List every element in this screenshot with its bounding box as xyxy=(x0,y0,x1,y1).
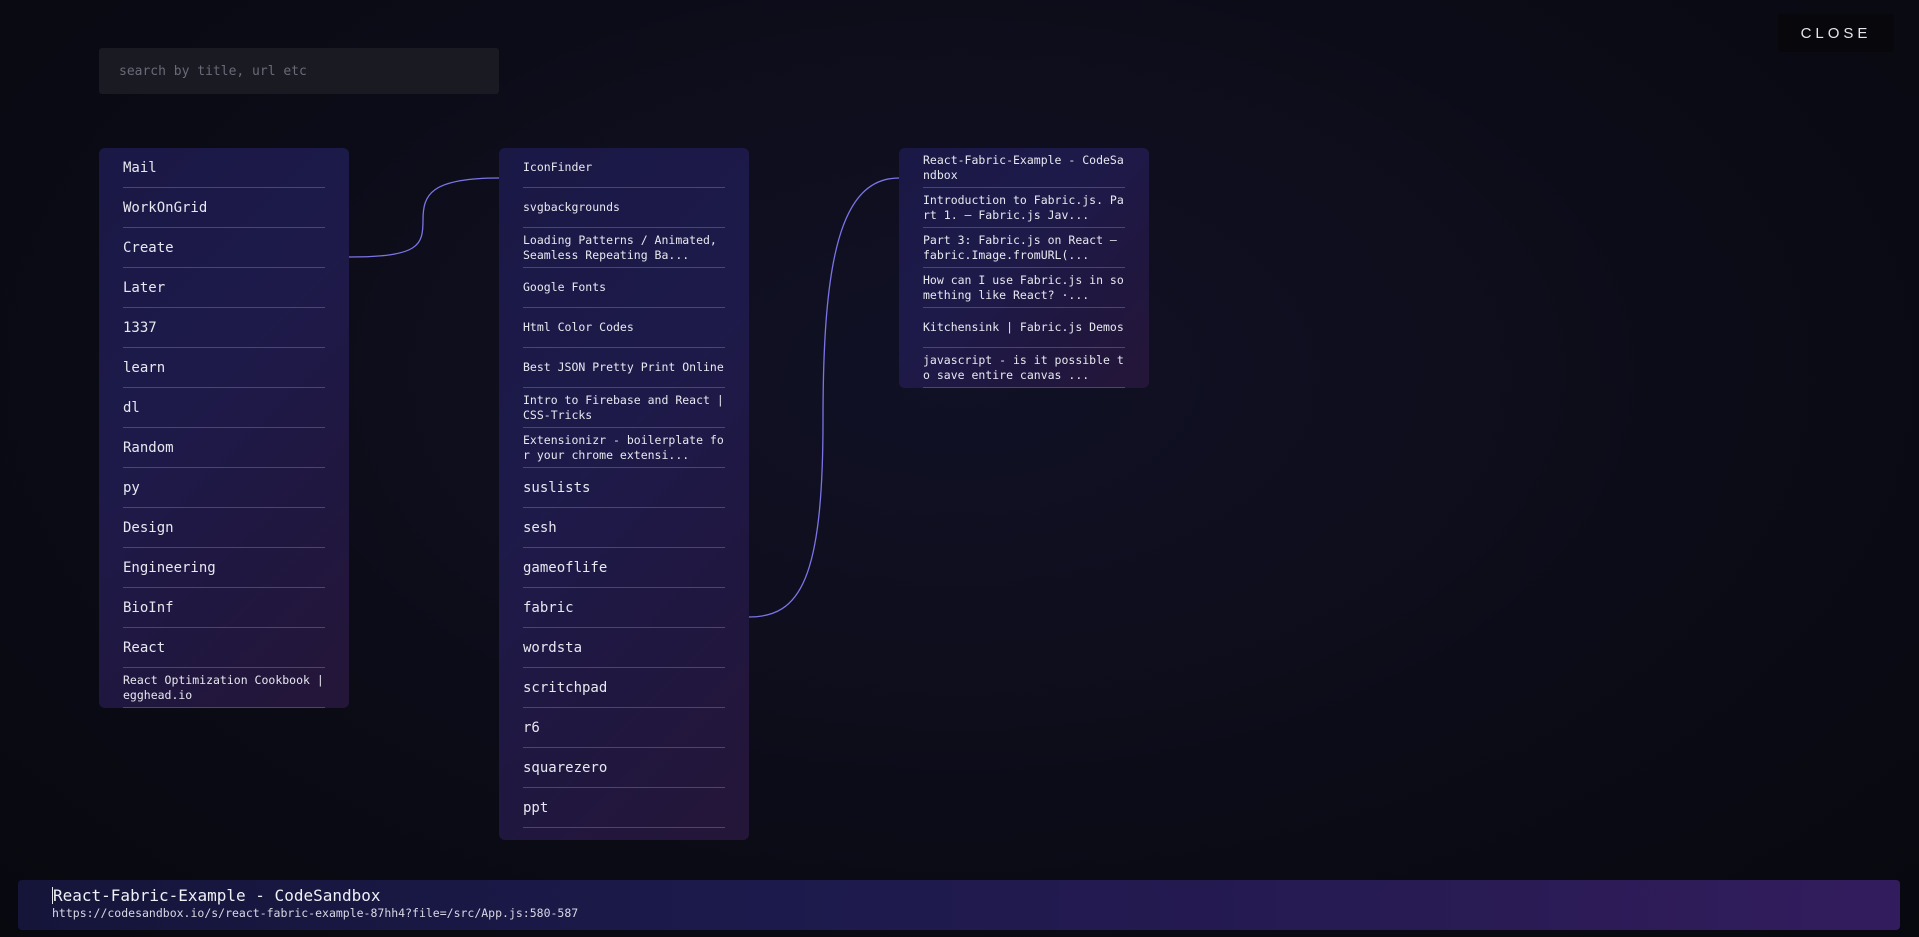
list-item-label: WorkOnGrid xyxy=(123,199,208,216)
list-item[interactable]: Intro to Firebase and React | CSS-Tricks xyxy=(523,388,725,428)
list-item[interactable]: How can I use Fabric.js in something lik… xyxy=(923,268,1125,308)
list-item[interactable]: Introduction to Fabric.js. Part 1. — Fab… xyxy=(923,188,1125,228)
list-item[interactable]: Extensionizr - boilerplate for your chro… xyxy=(523,428,725,468)
list-item-label: Part 3: Fabric.js on React — fabric.Imag… xyxy=(923,232,1117,262)
selected-bookmark-url[interactable]: https://codesandbox.io/s/react-fabric-ex… xyxy=(52,906,1900,920)
list-item-label: Later xyxy=(123,279,166,296)
list-item-label: Google Fonts xyxy=(523,280,607,294)
list-item-label: gameoflife xyxy=(523,559,608,576)
list-item-label: fabric xyxy=(523,599,574,616)
list-item[interactable]: BioInf xyxy=(123,588,325,628)
list-item[interactable]: suslists xyxy=(523,468,725,508)
list-item-label: Html Color Codes xyxy=(523,320,634,334)
list-item-label: BioInf xyxy=(123,599,174,616)
list-item[interactable]: ppt xyxy=(523,788,725,828)
list-item[interactable]: fabric xyxy=(523,588,725,628)
list-item[interactable]: React-Fabric-Example - CodeSandbox xyxy=(923,148,1125,188)
list-item[interactable]: sesh xyxy=(523,508,725,548)
selected-bookmark-bar: React-Fabric-Example - CodeSandbox https… xyxy=(18,880,1900,930)
list-item-label: 1337 xyxy=(123,319,157,336)
list-item[interactable]: Later xyxy=(123,268,325,308)
search-input[interactable] xyxy=(99,48,499,94)
list-item[interactable]: WorkOnGrid xyxy=(123,188,325,228)
list-item[interactable]: scritchpad xyxy=(523,668,725,708)
list-item-label: React xyxy=(123,639,166,656)
list-item[interactable]: Kitchensink | Fabric.js Demos xyxy=(923,308,1125,348)
list-item[interactable]: Engineering xyxy=(123,548,325,588)
bookmark-explorer: CLOSE Mail WorkOnGrid Create Later 1337 learn… xyxy=(0,0,1919,937)
list-item-label: How can I use Fabric.js in something lik… xyxy=(923,272,1124,302)
list-item-label: javascript - is it possible to save enti… xyxy=(923,352,1124,382)
list-item[interactable]: Random xyxy=(123,428,325,468)
list-item[interactable]: React Optimization Cookbook | egghead.io xyxy=(123,668,325,708)
list-item[interactable]: wordsta xyxy=(523,628,725,668)
list-item-label: Kitchensink | Fabric.js Demos xyxy=(923,320,1124,334)
list-item-label: r6 xyxy=(523,719,540,736)
list-item-label: Extensionizr - boilerplate for your chro… xyxy=(523,432,724,462)
list-item[interactable]: r6 xyxy=(523,708,725,748)
list-item[interactable]: Html Color Codes xyxy=(523,308,725,348)
list-item-label: wordsta xyxy=(523,639,583,656)
list-item[interactable]: React xyxy=(123,628,325,668)
list-item-label: scritchpad xyxy=(523,679,608,696)
list-item-label: Introduction to Fabric.js. Part 1. — Fab… xyxy=(923,192,1124,222)
list-item[interactable]: learn xyxy=(123,348,325,388)
list-item-label: ppt xyxy=(523,799,549,816)
list-item-label: React Optimization Cookbook | egghead.io xyxy=(123,672,324,702)
list-item[interactable]: 1337 xyxy=(123,308,325,348)
list-item-label: suslists xyxy=(523,479,591,496)
list-item[interactable]: javascript - is it possible to save enti… xyxy=(923,348,1125,388)
list-item[interactable]: squarezero xyxy=(523,748,725,788)
list-item-label: sesh xyxy=(523,519,557,536)
connector-col1-col2 xyxy=(348,177,500,258)
selected-bookmark-title: React-Fabric-Example - CodeSandbox xyxy=(53,886,381,905)
list-item-label: IconFinder xyxy=(523,160,593,174)
list-item[interactable]: Loading Patterns / Animated, Seamless Re… xyxy=(523,228,725,268)
list-item[interactable]: dl xyxy=(123,388,325,428)
list-item-label: Mail xyxy=(123,159,157,176)
list-item-label: Engineering xyxy=(123,559,216,576)
close-button[interactable]: CLOSE xyxy=(1778,14,1894,52)
list-item-label: Random xyxy=(123,439,174,456)
list-item-label: dl xyxy=(123,399,140,416)
folder-column-2: IconFinder svgbackgrounds Loading Patterns… xyxy=(499,148,749,840)
list-item-label: svgbackgrounds xyxy=(523,200,620,214)
list-item-label: Intro to Firebase and React | CSS-Tricks xyxy=(523,392,724,422)
list-item-label: squarezero xyxy=(523,759,608,776)
list-item[interactable]: Create xyxy=(123,228,325,268)
folder-column-1: Mail WorkOnGrid Create Later 1337 learn dl Rand… xyxy=(99,148,349,708)
list-item[interactable]: Best JSON Pretty Print Online xyxy=(523,348,725,388)
list-item-label: React-Fabric-Example - CodeSandbox xyxy=(923,152,1124,182)
list-item[interactable]: py xyxy=(123,468,325,508)
list-item-label: Loading Patterns / Animated, Seamless Re… xyxy=(523,232,717,262)
list-item[interactable]: Google Fonts xyxy=(523,268,725,308)
list-item[interactable]: Part 3: Fabric.js on React — fabric.Imag… xyxy=(923,228,1125,268)
list-item[interactable]: svgbackgrounds xyxy=(523,188,725,228)
list-item[interactable]: IconFinder xyxy=(523,148,725,188)
list-item[interactable]: Design xyxy=(123,508,325,548)
list-item-label: learn xyxy=(123,359,166,376)
list-item-label: py xyxy=(123,479,140,496)
list-item-label: Create xyxy=(123,239,174,256)
list-item-label: Design xyxy=(123,519,174,536)
connector-col2-col3 xyxy=(748,177,900,618)
list-item[interactable]: Mail xyxy=(123,148,325,188)
folder-column-3: React-Fabric-Example - CodeSandbox Introd… xyxy=(899,148,1149,388)
list-item-label: Best JSON Pretty Print Online xyxy=(523,360,724,374)
list-item[interactable]: gameoflife xyxy=(523,548,725,588)
